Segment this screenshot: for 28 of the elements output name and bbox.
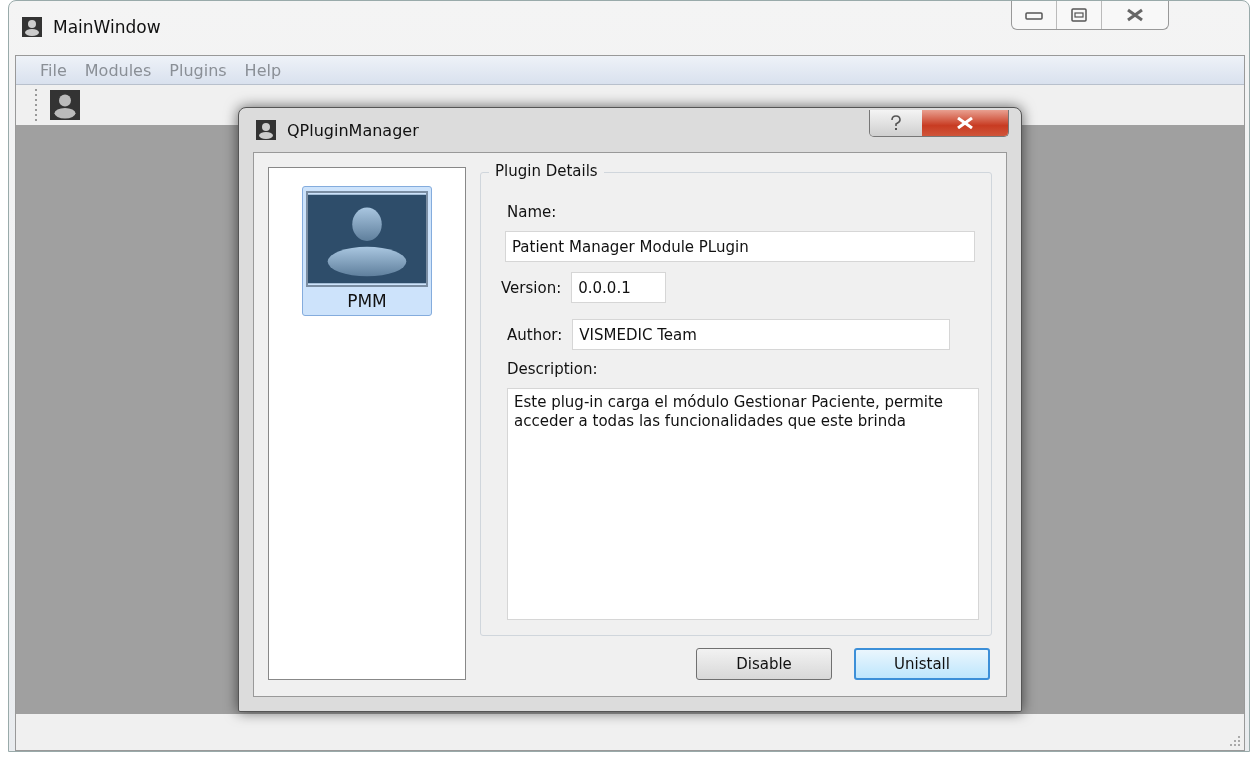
help-button[interactable] <box>870 109 922 136</box>
restore-icon <box>1071 8 1087 22</box>
close-button[interactable] <box>922 109 1008 136</box>
toolbar-button[interactable] <box>48 90 82 120</box>
person-icon <box>48 90 82 120</box>
description-field[interactable]: Este plug-in carga el módulo Gestionar Paciente, permite acceder a todas las funcionalidades que este brinda <box>507 388 979 620</box>
name-label: Name: <box>507 203 558 221</box>
push-button[interactable]: Disable <box>696 648 832 680</box>
name-field[interactable]: Patient Manager Module PLugin <box>505 231 975 262</box>
close-icon <box>1125 8 1145 22</box>
dialog-title: QPluginManager <box>287 120 419 140</box>
size-grip-icon <box>1230 736 1240 746</box>
push-button[interactable]: Unistall <box>854 648 990 680</box>
version-field[interactable]: 0.0.0.1 <box>571 272 667 303</box>
person-icon <box>255 120 277 140</box>
group-title: Plugin Details <box>489 162 604 180</box>
person-icon <box>21 17 43 37</box>
toolbar-grip-icon <box>34 87 38 123</box>
description-label: Description: <box>507 360 599 378</box>
version-label: Version: <box>501 278 562 297</box>
help-icon <box>890 114 902 131</box>
person-icon <box>306 191 428 287</box>
author-label: Author: <box>507 325 563 344</box>
minimize-icon <box>1025 10 1043 20</box>
plugin-item[interactable]: PMM <box>302 186 432 316</box>
close-icon <box>955 116 975 129</box>
author-field[interactable]: VISMEDIC Team <box>572 319 951 350</box>
window-title: MainWindow <box>53 17 161 37</box>
